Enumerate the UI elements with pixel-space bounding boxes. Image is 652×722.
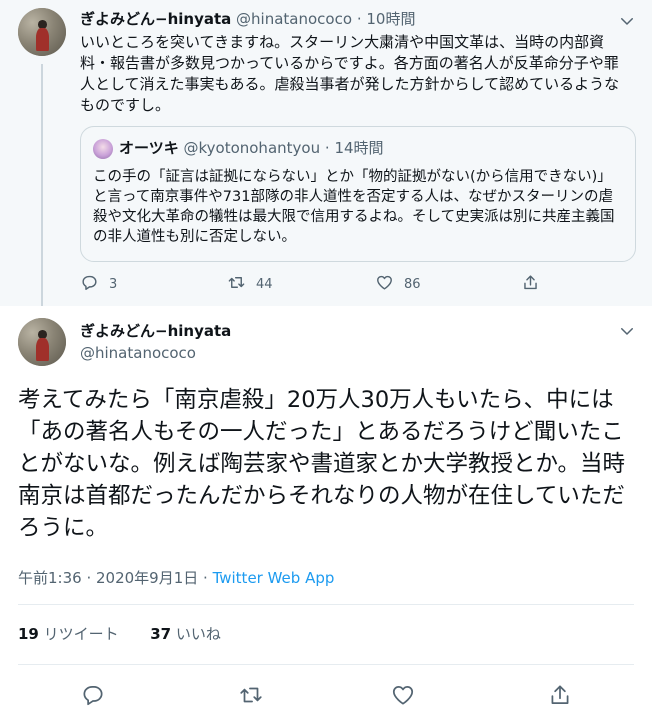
reply-count: 3 bbox=[109, 276, 118, 292]
parent-actions: 3 44 86 bbox=[80, 272, 640, 296]
display-name[interactable]: ぎよみどん−hinyata bbox=[80, 321, 231, 341]
retweets-count: 19 bbox=[18, 625, 39, 643]
tweet-timestamp[interactable]: 午前1:36 · 2020年9月1日 · bbox=[18, 569, 213, 587]
display-name[interactable]: ぎよみどん−hinyata bbox=[80, 10, 231, 28]
separator: · bbox=[356, 10, 362, 28]
share-icon bbox=[521, 273, 540, 296]
main-tweet-text: 考えてみたら「南京虐殺」20万人30万人もいたら、中には「あの著名人もその一人だ… bbox=[18, 387, 626, 541]
quoted-handle: @kyotonohantyou bbox=[183, 139, 321, 157]
parent-tweet-header: ぎよみどん−hinyata @hinatanococo · 10時間 bbox=[80, 9, 415, 29]
retweet-icon bbox=[227, 273, 246, 296]
separator: · bbox=[324, 139, 330, 157]
retweet-button[interactable]: 44 bbox=[227, 272, 273, 296]
quoted-display-name: オーツキ bbox=[119, 139, 179, 157]
quoted-avatar bbox=[93, 139, 113, 159]
retweets-stat[interactable]: 19 リツイート bbox=[18, 625, 119, 643]
divider bbox=[18, 604, 634, 605]
reply-icon bbox=[80, 273, 99, 296]
like-count: 86 bbox=[404, 276, 421, 292]
tweet-stats: 19 リツイート 37 いいね bbox=[18, 624, 221, 644]
like-button[interactable]: 86 bbox=[375, 272, 421, 296]
share-button[interactable] bbox=[521, 272, 540, 296]
tweet-time[interactable]: 10時間 bbox=[366, 10, 415, 28]
likes-stat[interactable]: 37 いいね bbox=[150, 625, 221, 643]
tweet-meta: 午前1:36 · 2020年9月1日 · Twitter Web App bbox=[18, 568, 334, 588]
retweet-icon[interactable] bbox=[238, 682, 264, 708]
avatar[interactable] bbox=[18, 318, 66, 366]
quoted-header: オーツキ @kyotonohantyou · 14時間 bbox=[119, 138, 384, 158]
like-icon[interactable] bbox=[390, 682, 416, 708]
likes-label: いいね bbox=[175, 625, 221, 643]
divider bbox=[18, 664, 634, 665]
retweets-label: リツイート bbox=[43, 625, 119, 643]
reply-icon[interactable] bbox=[80, 682, 106, 708]
avatar[interactable] bbox=[18, 8, 66, 56]
likes-count: 37 bbox=[150, 625, 172, 643]
reply-button[interactable]: 3 bbox=[80, 272, 117, 296]
quoted-tweet-text: この手の「証言は証拠にならない」とか「物的証拠がない(から信用できない)」と言っ… bbox=[93, 169, 615, 245]
parent-tweet-text: いいところを突いてきますね。スターリン大粛清や中国文革は、当時の内部資料・報告書… bbox=[80, 33, 620, 114]
thread-line bbox=[41, 64, 43, 306]
main-actions bbox=[0, 680, 652, 710]
chevron-down-icon[interactable] bbox=[618, 12, 636, 30]
chevron-down-icon[interactable] bbox=[618, 322, 636, 340]
handle[interactable]: @hinatanococo bbox=[80, 343, 196, 363]
handle[interactable]: @hinatanococo bbox=[236, 10, 352, 28]
retweet-count: 44 bbox=[256, 276, 273, 292]
like-icon bbox=[375, 273, 394, 296]
quoted-time: 14時間 bbox=[334, 139, 384, 157]
share-icon[interactable] bbox=[547, 682, 573, 708]
parent-tweet[interactable]: ぎよみどん−hinyata @hinatanococo · 10時間 いいところ… bbox=[0, 0, 652, 306]
quoted-tweet[interactable]: オーツキ @kyotonohantyou · 14時間 この手の「証言は証拠にな… bbox=[80, 126, 636, 262]
tweet-source[interactable]: Twitter Web App bbox=[213, 569, 335, 587]
